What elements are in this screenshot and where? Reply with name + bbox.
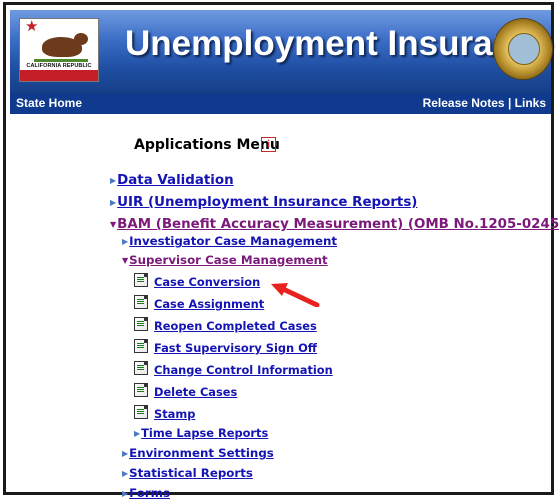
menu-item-label: Case Assignment	[154, 297, 265, 311]
state-home-link[interactable]: State Home	[16, 96, 82, 110]
menu-item-label: BAM (Benefit Accuracy Measurement) (OMB …	[117, 217, 559, 232]
menu-item-label: Statistical Reports	[129, 466, 253, 480]
bear-icon	[42, 37, 82, 57]
menu-item-investigator-case-management[interactable]: ▶Investigator Case Management	[122, 234, 337, 248]
seal-center	[508, 33, 540, 65]
menu-item-case-conversion[interactable]: Case Conversion	[134, 273, 260, 289]
california-flag-logo[interactable]: ★ CALIFORNIA REPUBLIC	[19, 17, 99, 82]
menu-item-label: Investigator Case Management	[129, 234, 337, 248]
document-icon	[134, 273, 148, 287]
state-seal-icon	[493, 18, 553, 80]
menu-item-label: Stamp	[154, 407, 196, 421]
menu-item-label: Change Control Information	[154, 363, 333, 377]
grass-stripe	[34, 59, 88, 62]
flag-text: CALIFORNIA REPUBLIC	[26, 63, 92, 69]
header-banner: ★ CALIFORNIA REPUBLIC Unemployment Insur…	[10, 10, 553, 93]
menu-item-label: Fast Supervisory Sign Off	[154, 341, 317, 355]
expand-triangle-icon: ▶	[122, 237, 129, 246]
expand-triangle-icon: ▶	[134, 429, 141, 438]
document-icon	[134, 317, 148, 331]
links-link[interactable]: Links	[515, 96, 546, 110]
menu-item-fast-supervisory-sign-off[interactable]: Fast Supervisory Sign Off	[134, 339, 317, 355]
applications-menu-title: Applications Menu	[134, 137, 280, 153]
document-icon	[134, 405, 148, 419]
expand-triangle-icon: ▶	[110, 176, 117, 185]
flag-red-stripe	[20, 70, 98, 81]
menu-item-environment-settings[interactable]: ▶Environment Settings	[122, 446, 274, 460]
document-icon	[134, 295, 148, 309]
page-title: Unemployment Insurance	[125, 24, 553, 63]
document-icon	[134, 361, 148, 375]
release-notes-link[interactable]: Release Notes	[423, 96, 505, 110]
menu-item-bam[interactable]: ▼BAM (Benefit Accuracy Measurement) (OMB…	[110, 217, 559, 232]
menu-item-delete-cases[interactable]: Delete Cases	[134, 383, 237, 399]
menu-item-data-validation[interactable]: ▶Data Validation	[110, 173, 234, 188]
menu-item-label: Case Conversion	[154, 275, 261, 289]
top-navbar: State Home Release Notes | Links	[10, 93, 551, 114]
menu-item-label: Time Lapse Reports	[141, 426, 269, 440]
navbar-right-links: Release Notes | Links	[423, 96, 546, 110]
menu-item-change-control-information[interactable]: Change Control Information	[134, 361, 333, 377]
menu-item-statistical-reports[interactable]: ▶Statistical Reports	[122, 466, 253, 480]
menu-item-label: Data Validation	[117, 173, 234, 188]
menu-item-uir[interactable]: ▶UIR (Unemployment Insurance Reports)	[110, 195, 417, 210]
document-icon	[134, 339, 148, 353]
expand-triangle-icon: ▶	[110, 198, 117, 207]
red-arrow-icon	[271, 283, 320, 307]
menu-item-label: Supervisor Case Management	[129, 253, 328, 267]
collapse-triangle-icon: ▼	[122, 256, 129, 265]
expand-triangle-icon: ▶	[122, 489, 129, 498]
menu-item-time-lapse-reports[interactable]: ▶Time Lapse Reports	[134, 426, 268, 440]
menu-item-label: Environment Settings	[129, 446, 274, 460]
star-icon: ★	[25, 17, 39, 35]
menu-item-label: Reopen Completed Cases	[154, 319, 317, 333]
menu-item-stamp[interactable]: Stamp	[134, 405, 195, 421]
expand-triangle-icon: ▶	[122, 449, 129, 458]
menu-item-case-assignment[interactable]: Case Assignment	[134, 295, 264, 311]
menu-item-label: Delete Cases	[154, 385, 238, 399]
collapse-triangle-icon: ▼	[110, 220, 117, 229]
navbar-separator: |	[507, 96, 512, 110]
document-icon	[134, 383, 148, 397]
menu-item-reopen-completed-cases[interactable]: Reopen Completed Cases	[134, 317, 317, 333]
menu-item-supervisor-case-management[interactable]: ▼Supervisor Case Management	[122, 253, 328, 267]
expand-triangle-icon: ▶	[122, 469, 129, 478]
menu-item-label: UIR (Unemployment Insurance Reports)	[117, 195, 418, 210]
info-icon[interactable]: i	[261, 137, 276, 152]
